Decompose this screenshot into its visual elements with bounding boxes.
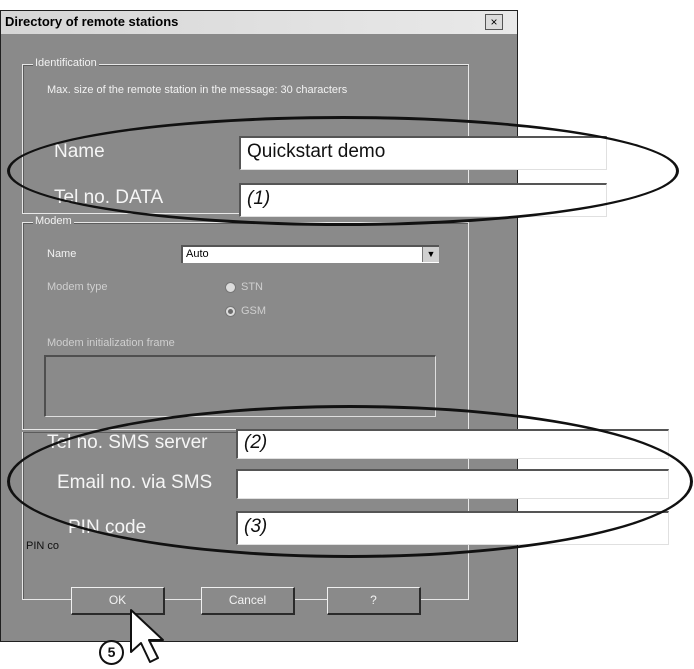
identification-legend: Identification [33, 57, 99, 69]
title-bar[interactable]: Directory of remote stations × [1, 11, 517, 34]
step-number: 5 [99, 640, 124, 665]
chevron-down-icon[interactable]: ▼ [422, 247, 439, 262]
modem-name-label: Name [47, 248, 77, 260]
modem-name-select[interactable]: Auto ▼ [181, 245, 439, 263]
identification-hint: Max. size of the remote station in the m… [47, 84, 348, 96]
pin-small-label: PIN co [26, 540, 60, 552]
cancel-button[interactable]: Cancel [201, 587, 295, 615]
help-button[interactable]: ? [327, 587, 421, 615]
radio-stn[interactable] [225, 282, 236, 293]
modem-init-label: Modem initialization frame [47, 337, 175, 349]
radio-stn-label: STN [241, 281, 263, 293]
window-title: Directory of remote stations [5, 14, 179, 29]
radio-gsm-label: GSM [241, 305, 267, 317]
modem-legend: Modem [33, 215, 74, 227]
mouse-pointer-icon [130, 609, 164, 663]
radio-gsm[interactable] [225, 306, 236, 317]
close-icon[interactable]: × [485, 14, 503, 30]
callout-ellipse-sms [7, 405, 693, 558]
modem-type-label: Modem type [47, 281, 108, 293]
modem-name-value: Auto [186, 248, 209, 260]
callout-ellipse-identification [7, 116, 679, 226]
